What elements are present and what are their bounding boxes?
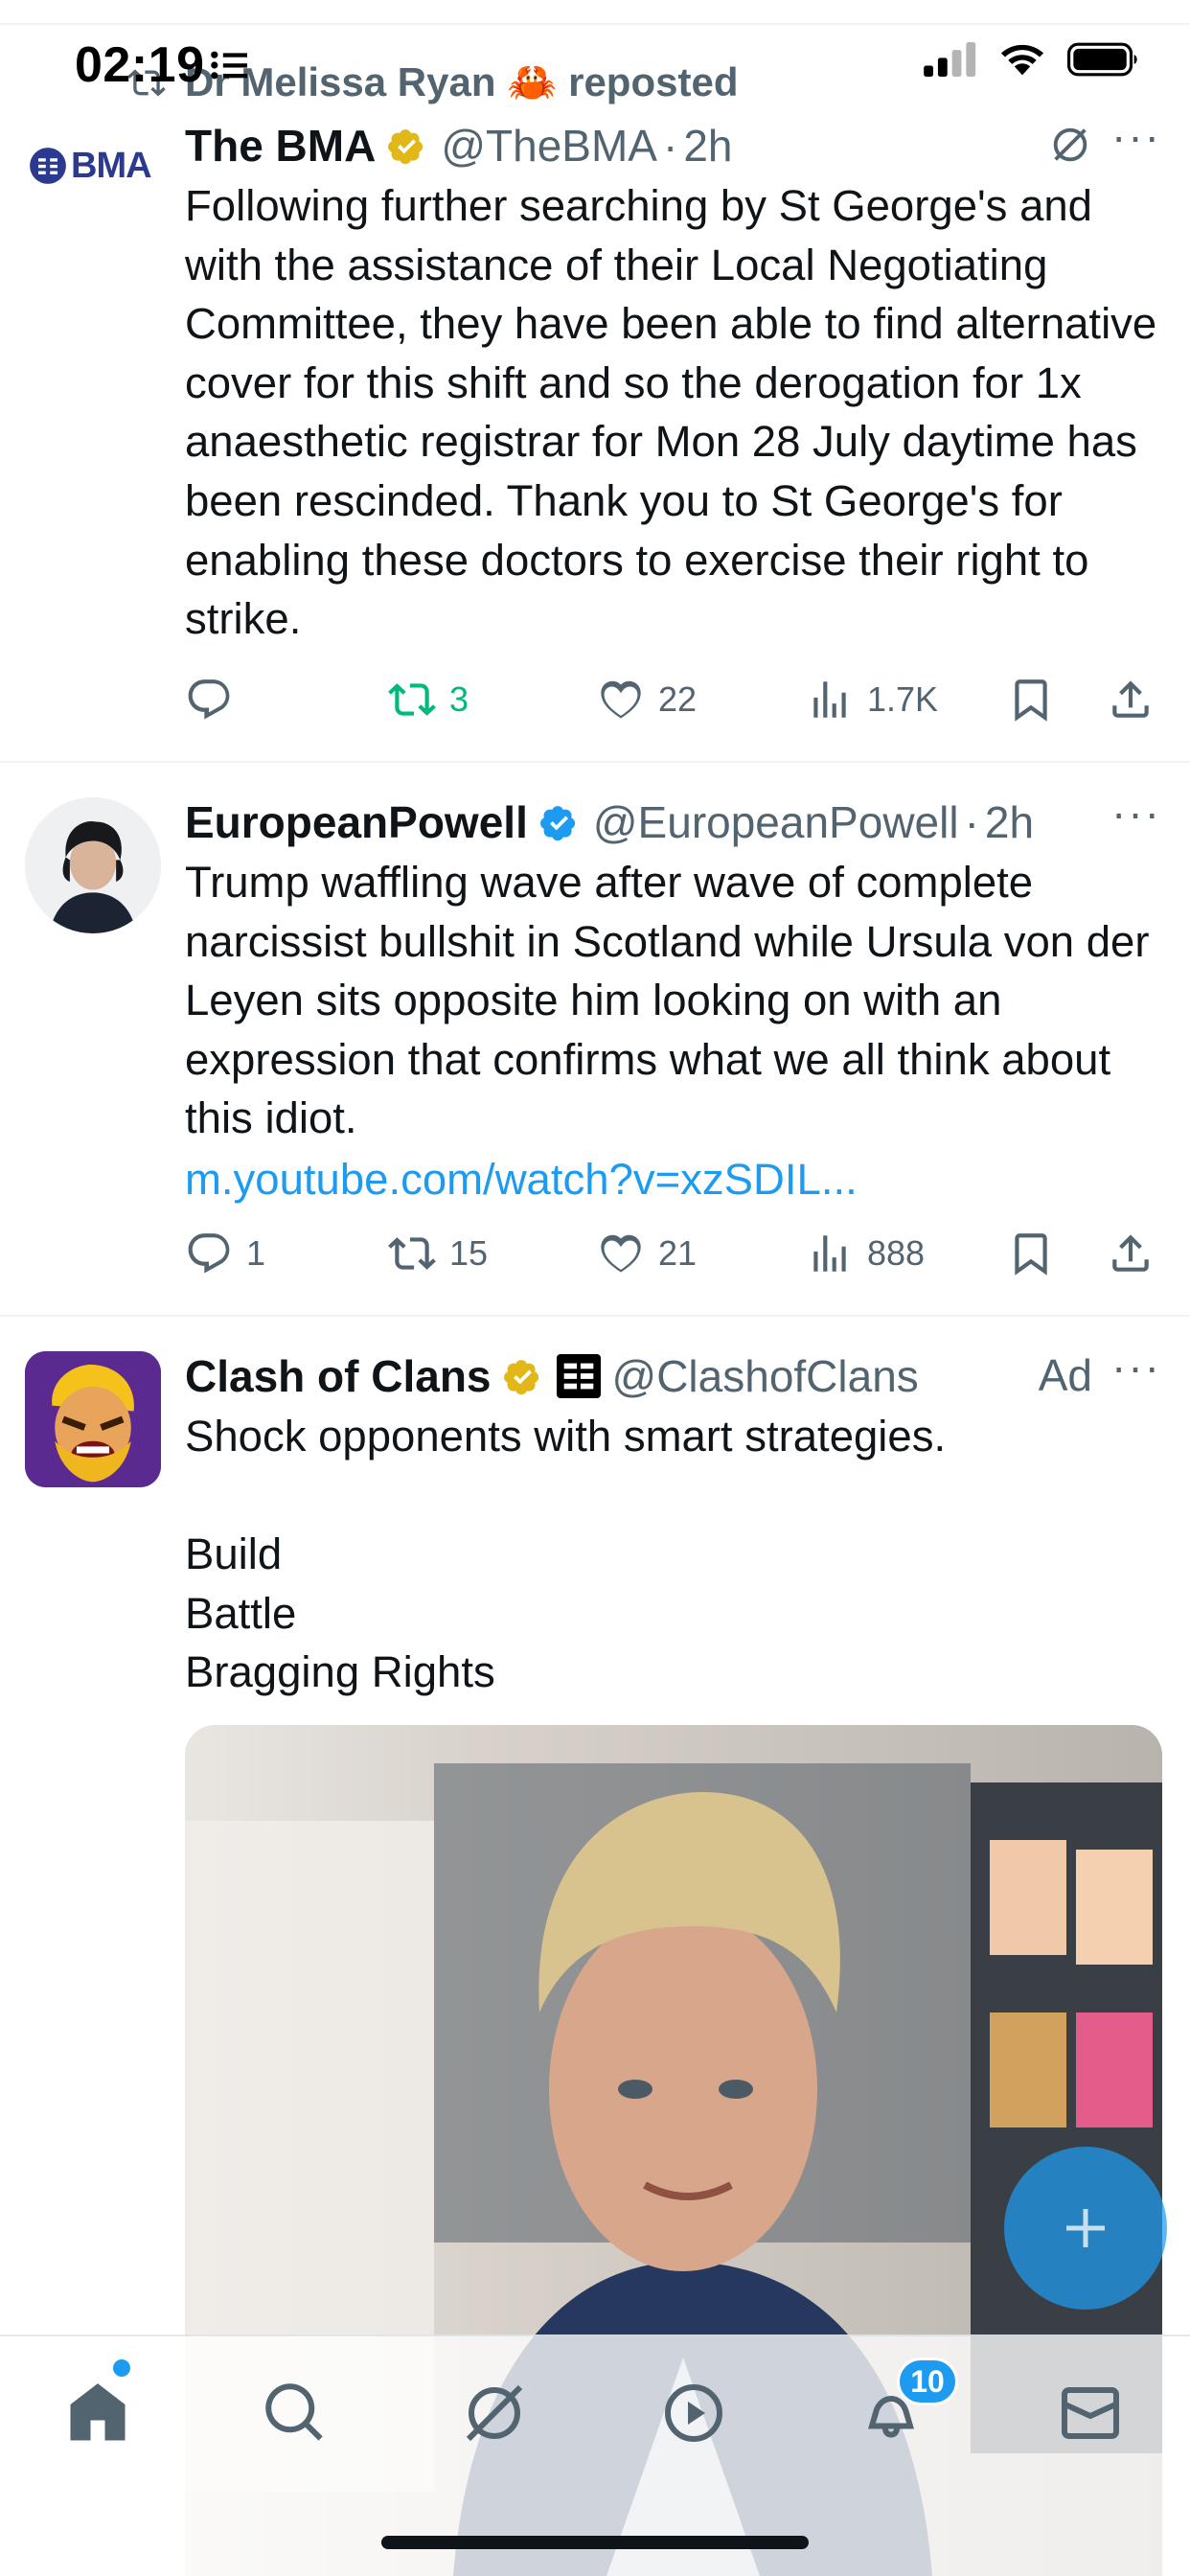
bma-logo-icon [30,148,66,184]
bookmark-icon [1015,679,1047,722]
verified-gold-icon [503,1360,538,1395]
views-button[interactable]: 1.7K [806,676,938,724]
repost-icon [388,1237,436,1270]
reply-icon [188,1233,230,1274]
mail-icon [1061,2387,1119,2439]
tweet-header: The BMA @TheBMA · 2h [185,117,1161,174]
repost-button[interactable]: 15 [388,1230,488,1277]
grok-icon [466,2384,523,2442]
tweet-header: EuropeanPowell @EuropeanPowell · 2h [185,794,1161,851]
action-bar: 1 15 21 888 [185,1225,1161,1282]
like-button[interactable]: 22 [597,676,697,724]
separator-dot: · [662,121,678,171]
views-chart-icon [813,681,846,718]
like-count: 21 [658,1233,698,1273]
verified-gold-icon [388,129,423,165]
heart-icon [601,680,641,719]
tweet-text: Trump waffling wave after wave of comple… [185,858,1162,1143]
tweet-link[interactable]: m.youtube.com/watch?v=xzSDIL... [185,1150,1161,1209]
display-name[interactable]: Clash of Clans [185,1350,492,1402]
like-count: 22 [658,679,698,719]
separator-dot: · [964,797,979,847]
barbarian-app-icon [25,1351,161,1487]
affiliate-badge-icon [556,1354,601,1398]
ad-label: Ad [1038,1350,1092,1400]
more-options-icon[interactable]: ··· [1111,1345,1161,1389]
action-bar: 3 22 1.7K [185,671,1161,728]
verified-blue-icon [539,806,575,841]
social-context-text: Dr Melissa Ryan 🦀 reposted [185,59,739,104]
display-name[interactable]: The BMA [185,120,376,172]
tweet-text: Following further searching by St George… [185,181,1169,644]
display-name[interactable]: EuropeanPowell [185,796,528,848]
compose-plus-icon [1066,2209,1105,2247]
handle[interactable]: @ClashofClans [612,1350,919,1402]
repost-count: 3 [449,679,469,719]
tweet-bma[interactable]: Dr Melissa Ryan 🦀 reposted BMA The BMA @… [0,0,1190,763]
timestamp[interactable]: 2h [683,120,732,172]
tweet-text: Shock opponents with smart strategies. B… [185,1412,947,1697]
views-count: 1.7K [867,679,939,719]
views-chart-icon [813,1235,846,1272]
home-icon [70,2383,126,2441]
bookmark-button[interactable] [1007,676,1055,724]
video-icon [665,2384,722,2442]
compose-button[interactable] [1004,2147,1167,2310]
views-button[interactable]: 888 [806,1230,925,1277]
handle[interactable]: @TheBMA [441,120,657,172]
repost-icon [388,683,436,716]
notifications-badge: 10 [897,2358,958,2405]
reply-button[interactable]: 1 [185,1230,265,1277]
timestamp[interactable]: 2h [985,796,1034,848]
views-count: 888 [867,1233,926,1273]
tab-search[interactable] [257,2375,333,2451]
tab-video[interactable] [655,2375,732,2451]
share-button[interactable] [1107,1230,1155,1277]
bookmark-button[interactable] [1007,1230,1055,1277]
more-options-icon[interactable]: ··· [1111,114,1161,158]
bookmark-icon [1015,1233,1047,1276]
home-unread-dot [113,2359,130,2377]
share-icon [1112,1234,1149,1272]
more-options-icon[interactable]: ··· [1111,791,1161,835]
repost-count: 15 [449,1233,489,1273]
avatar-europeanpowell[interactable] [25,797,161,933]
grok-icon[interactable] [1048,123,1096,171]
search-icon [265,2383,323,2441]
tweet-europeanpowell[interactable]: EuropeanPowell @EuropeanPowell · 2h ··· … [0,763,1190,1317]
reply-icon [188,679,230,720]
tweet-header: Clash of Clans @ClashofClans [185,1347,1161,1405]
repost-button[interactable]: 3 [388,676,469,724]
avatar-bma[interactable]: BMA [29,123,172,209]
tab-messages[interactable] [1052,2375,1129,2451]
handle[interactable]: @EuropeanPowell [593,796,959,848]
repost-small-icon [127,63,177,113]
reply-button[interactable] [185,676,246,724]
avatar-clashofclans[interactable] [25,1351,161,1487]
tab-grok[interactable] [456,2375,533,2451]
person-avatar-icon [25,797,161,933]
share-button[interactable] [1107,676,1155,724]
heart-icon [601,1234,641,1273]
reply-count: 1 [246,1233,266,1273]
home-indicator [381,2536,809,2549]
tab-home[interactable] [59,2375,136,2451]
like-button[interactable]: 21 [597,1230,697,1277]
bma-logo-text: BMA [71,145,152,186]
share-icon [1112,680,1149,718]
